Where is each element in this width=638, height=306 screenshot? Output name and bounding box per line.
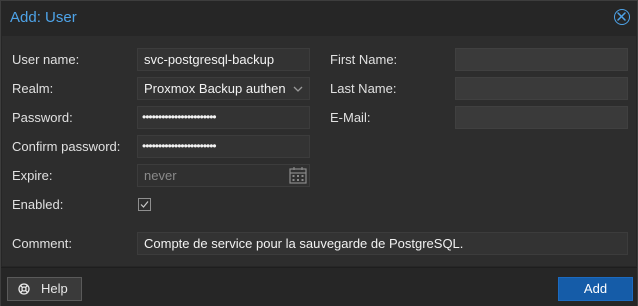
close-button[interactable] xyxy=(614,9,630,25)
email-label: E-Mail: xyxy=(330,110,371,125)
expire-label: Expire: xyxy=(12,168,53,183)
help-button[interactable]: Help xyxy=(7,277,82,301)
first-name-label: First Name: xyxy=(330,52,398,67)
realm-select[interactable]: Proxmox Backup authen xyxy=(137,77,310,100)
username-input[interactable]: svc-postgresql-backup xyxy=(137,48,310,71)
help-label: Help xyxy=(41,281,68,296)
password-input[interactable]: ••••••••••••••••••••••• xyxy=(137,106,310,129)
close-circle-icon xyxy=(617,12,626,21)
add-user-dialog: Add: User User name: svc-postgresql-back… xyxy=(0,0,638,306)
chevron-down-icon xyxy=(293,86,303,92)
password-label: Password: xyxy=(12,110,73,125)
enabled-label: Enabled: xyxy=(12,197,64,212)
help-circle-icon xyxy=(18,283,30,295)
confirm-password-label: Confirm password: xyxy=(12,139,121,154)
realm-dropdown-trigger[interactable] xyxy=(287,78,309,99)
add-button[interactable]: Add xyxy=(558,277,633,301)
comment-label: Comment: xyxy=(12,236,72,251)
dialog-footer: Help Add xyxy=(1,267,637,306)
realm-label: Realm: xyxy=(12,81,54,96)
expire-date-field[interactable]: never xyxy=(137,164,310,187)
dialog-body: User name: svc-postgresql-backup Realm: … xyxy=(2,36,636,266)
confirm-password-input[interactable]: ••••••••••••••••••••••• xyxy=(137,135,310,158)
email-input[interactable] xyxy=(455,106,628,129)
last-name-label: Last Name: xyxy=(330,81,397,96)
dialog-titlebar: Add: User xyxy=(1,1,637,35)
enabled-checkbox[interactable] xyxy=(138,198,151,211)
username-label: User name: xyxy=(12,52,80,67)
realm-value: Proxmox Backup authen xyxy=(144,81,286,96)
checkmark-icon xyxy=(140,201,149,208)
dialog-title: Add: User xyxy=(10,9,77,26)
calendar-icon xyxy=(289,167,307,184)
first-name-input[interactable] xyxy=(455,48,628,71)
comment-input[interactable]: Compte de service pour la sauvegarde de … xyxy=(137,232,628,255)
expire-placeholder: never xyxy=(144,168,177,183)
expire-date-trigger[interactable] xyxy=(287,165,309,186)
last-name-input[interactable] xyxy=(455,77,628,100)
